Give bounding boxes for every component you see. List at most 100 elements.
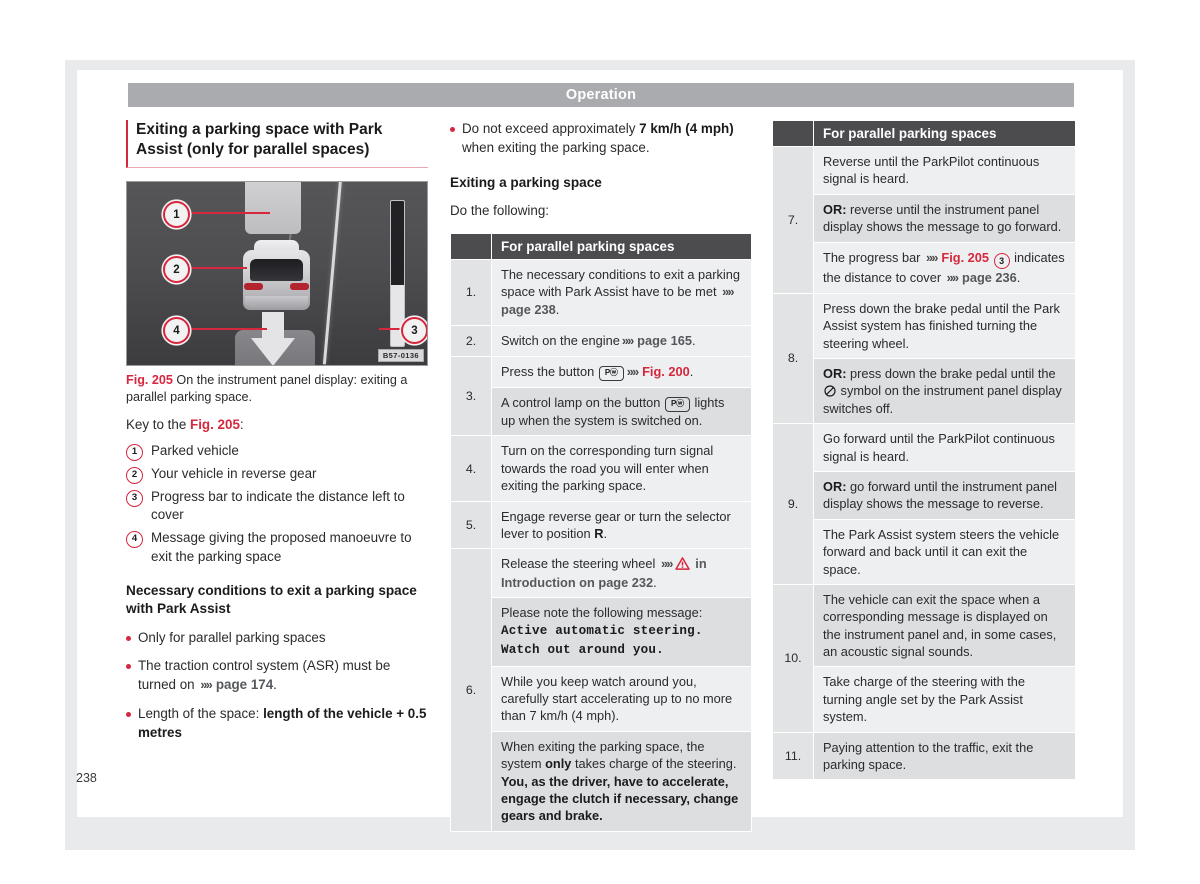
key-number-badge: 1 (126, 443, 143, 461)
callout-leader-2 (185, 267, 247, 270)
emphasis-text: You, as the driver, have to accelerate, … (501, 773, 739, 824)
step-text: OR: press down the brake pedal until the… (813, 357, 1076, 425)
emphasis-text: OR: (823, 478, 847, 494)
condition-bullet: Length of the space: length of the vehic… (126, 705, 428, 743)
arrow-stem (262, 312, 284, 341)
figure-image: 1 2 4 3 B57-0136 (126, 181, 428, 367)
park-assist-button-icon: Pⓦ (598, 365, 624, 381)
key-item-label: Parked vehicle (151, 442, 239, 458)
table-row: The progress bar »» Fig. 205 3 indicates… (773, 241, 1076, 294)
section-heading-block: Exiting a parking space with Park Assist… (126, 120, 428, 169)
table-row: OR: reverse until the instrument panel d… (773, 193, 1076, 243)
emphasis-text: OR: (823, 201, 847, 217)
step-text: Please note the following message: Activ… (491, 596, 752, 667)
page-title: Exiting a parking space with Park Assist… (136, 121, 383, 159)
step-number: 1. (450, 258, 492, 326)
inline-callout-reference: 3 (993, 252, 1010, 269)
step-text: Paying attention to the traffic, exit th… (813, 731, 1076, 781)
step-number: 7. (772, 146, 814, 294)
table-row: 1. The necessary conditions to exit a par… (450, 258, 752, 326)
table-row: 8. Press down the brake pedal until the P… (772, 292, 1076, 425)
column-right: For parallel parking spaces 7. Reverse unt… (772, 120, 1076, 781)
table-row: 6. Release the steering wheel »» in Intro… (450, 548, 752, 832)
step-text: Press down the brake pedal until the Par… (813, 292, 1076, 359)
car-rear-window (250, 259, 303, 282)
table-row: Please note the following message: Activ… (451, 596, 752, 667)
step-number: 3. (450, 355, 492, 437)
own-vehicle-graphic (239, 240, 314, 314)
column-left: Exiting a parking space with Park Assist… (126, 120, 428, 753)
step-text: A control lamp on the button Pⓦ lights u… (491, 387, 752, 437)
exiting-intro: Do the following: (450, 203, 549, 219)
display-message-text: Active automatic steering. Watch out aro… (501, 624, 703, 658)
column-middle: Do not exceed approximately 7 km/h (4 mp… (450, 120, 752, 832)
key-number-badge: 4 (126, 531, 143, 549)
step-text: Take charge of the steering with the tur… (813, 666, 1076, 733)
page-number: 238 (76, 771, 97, 785)
step-text: The Park Assist system steers the vehicl… (813, 518, 1076, 585)
table-row: A control lamp on the button Pⓦ lights u… (451, 387, 752, 437)
key-number-badge: 2 (126, 466, 143, 484)
cross-reference-figure: Fig. 205 (937, 249, 993, 265)
cross-reference-chevron-icon: »» (660, 557, 673, 572)
callout-leader-4 (185, 328, 267, 331)
key-intro-suffix: : (239, 417, 244, 433)
table-header-title: For parallel parking spaces (813, 120, 1076, 147)
cross-reference-page: page 174 (212, 677, 274, 693)
page-canvas: Operation 238 Exiting a parking space wi… (0, 0, 1200, 884)
exiting-heading: Exiting a parking space (450, 174, 602, 190)
key-intro-ref: Fig. 205 (190, 417, 240, 433)
table-row: 5. Engage reverse gear or turn the select… (450, 500, 752, 550)
table-row: OR: press down the brake pedal until the… (773, 357, 1076, 425)
cross-reference-figure: Fig. 200 (638, 364, 690, 379)
table-header-row: For parallel parking spaces (772, 120, 1076, 147)
emphasis-text: OR: (823, 365, 847, 381)
condition-bullet: Only for parallel parking spaces (126, 629, 428, 648)
car-taillight-left (244, 283, 263, 291)
figure-caption-label: Fig. 205 (126, 373, 173, 388)
step-text: Reverse until the ParkPilot continuous s… (813, 146, 1076, 195)
key-intro-prefix: Key to the (126, 417, 191, 433)
step-number: 4. (450, 435, 492, 502)
cross-reference-page: page 238 (501, 302, 556, 318)
table-row: 3. Press the button Pⓦ»» Fig. 200. (450, 355, 752, 437)
car-taillight-right (290, 283, 309, 291)
cross-reference-chevron-icon: »» (926, 250, 938, 265)
table-row: OR: go forward until the instrument pane… (773, 470, 1076, 520)
figure-caption: Fig. 205 On the instrument panel display… (126, 372, 426, 406)
step-number: 10. (772, 583, 814, 733)
figure-key-item: 2 Your vehicle in reverse gear (126, 465, 428, 484)
key-item-label: Progress bar to indicate the distance le… (151, 488, 405, 523)
cross-reference-chevron-icon: »» (621, 333, 634, 348)
warning-triangle-icon (675, 557, 690, 571)
table-row: When exiting the parking space, the syst… (451, 730, 752, 832)
emphasis-text: length of the vehicle + 0.5 metres (138, 706, 427, 740)
procedure-table-steps-1-6: For parallel parking spaces 1. The necessa… (450, 232, 752, 832)
cross-reference-page: page 165 (633, 332, 692, 348)
step-number: 11. (772, 731, 814, 781)
car-bumper (245, 296, 308, 309)
step-text: While you keep watch around you, careful… (491, 665, 752, 732)
callout-1-label: 1 (173, 208, 180, 221)
figure-205: 1 2 4 3 B57-0136 Fig. 205 On the instrum… (126, 181, 428, 406)
condition-bullet: The traction control system (ASR) must b… (126, 657, 428, 695)
step-text: The vehicle can exit the space when a co… (813, 583, 1076, 668)
step-text: OR: go forward until the instrument pane… (813, 470, 1076, 520)
step-text: The necessary conditions to exit a parki… (491, 258, 752, 326)
figure-key-list: 1 Parked vehicle 2 Your vehicle in reverse … (126, 442, 428, 566)
step-text: OR: reverse until the instrument panel d… (813, 193, 1076, 243)
table-header-title: For parallel parking spaces (491, 232, 752, 260)
cross-reference-chevron-icon: »» (946, 270, 959, 285)
running-header-label: Operation (565, 87, 637, 103)
step-text: Go forward until the ParkPilot continuou… (813, 423, 1076, 472)
step-number: 9. (772, 423, 814, 585)
manoeuvre-arrow-icon (251, 312, 295, 366)
parked-vehicle-shape (245, 182, 301, 235)
step-number: 2. (450, 324, 492, 358)
step-text: Switch on the engine»» page 165. (491, 324, 752, 358)
arrow-head (251, 338, 295, 366)
table-row: 4. Turn on the corresponding turn signal … (450, 435, 752, 502)
emphasis-text: only (545, 756, 572, 772)
park-assist-button-icon: Pⓦ (664, 397, 690, 413)
table-row: 7. Reverse until the ParkPilot continuous… (772, 146, 1076, 294)
